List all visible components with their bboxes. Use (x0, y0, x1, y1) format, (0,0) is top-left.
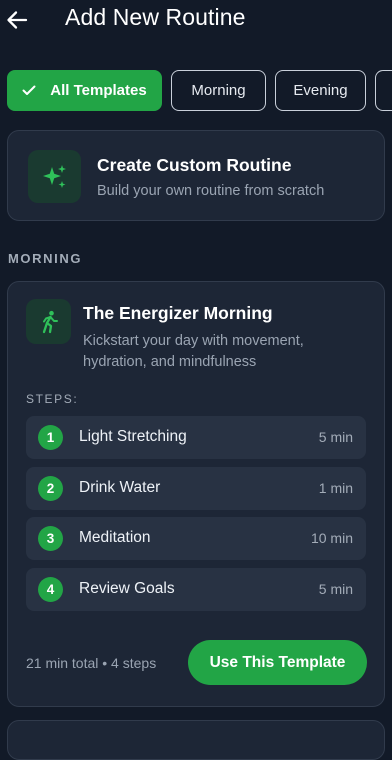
step-name: Review Goals (79, 580, 175, 597)
steps-label: STEPS: (26, 392, 79, 406)
filter-chip-all-templates[interactable]: All Templates (7, 70, 162, 111)
routine-title: The Energizer Morning (83, 303, 273, 323)
use-template-button[interactable]: Use This Template (188, 640, 367, 685)
step-row: 3 Meditation 10 min (26, 517, 366, 560)
filter-chip-evening[interactable]: Evening (275, 70, 366, 111)
step-duration: 1 min (318, 480, 353, 496)
custom-routine-title: Create Custom Routine (97, 155, 292, 175)
step-name: Drink Water (79, 479, 161, 496)
step-name: Meditation (79, 529, 151, 546)
filter-chip-label: All Templates (50, 82, 147, 99)
step-duration: 5 min (318, 581, 353, 597)
filter-chip-label: Evening (293, 82, 348, 99)
sparkles-icon (42, 164, 66, 188)
running-person-icon-box (26, 299, 71, 344)
routine-total-summary: 21 min total • 4 steps (26, 655, 157, 671)
page-title: Add New Routine (65, 4, 246, 30)
app-header: Add New Routine (0, 0, 392, 50)
custom-routine-subtitle: Build your own routine from scratch (97, 183, 325, 199)
step-number-badge: 1 (38, 425, 63, 450)
filter-chip-label: Morning (191, 82, 246, 99)
running-person-icon (42, 310, 58, 333)
routine-template-card: The Energizer Morning Kickstart your day… (7, 281, 385, 707)
step-row: 2 Drink Water 1 min (26, 467, 366, 510)
filter-chip-morning[interactable]: Morning (171, 70, 266, 111)
step-number-badge: 3 (38, 526, 63, 551)
step-row: 1 Light Stretching 5 min (26, 416, 366, 459)
sparkles-icon-box (28, 150, 81, 203)
create-custom-routine-card[interactable]: Create Custom Routine Build your own rou… (7, 130, 385, 221)
step-number-badge: 2 (38, 476, 63, 501)
step-duration: 10 min (310, 530, 353, 546)
step-number-badge: 4 (38, 577, 63, 602)
routine-description: Kickstart your day with movement, hydrat… (83, 333, 304, 370)
routine-template-card-next (7, 720, 385, 760)
arrow-left-icon (7, 11, 28, 29)
back-button[interactable] (6, 7, 28, 33)
section-heading-morning: MORNING (8, 251, 83, 266)
step-duration: 5 min (318, 429, 353, 445)
filter-chip-bar: All Templates Morning Evening (0, 70, 392, 111)
step-row: 4 Review Goals 5 min (26, 568, 366, 611)
check-icon (22, 85, 36, 96)
step-name: Light Stretching (79, 428, 187, 445)
filter-chip-more[interactable] (375, 70, 392, 111)
